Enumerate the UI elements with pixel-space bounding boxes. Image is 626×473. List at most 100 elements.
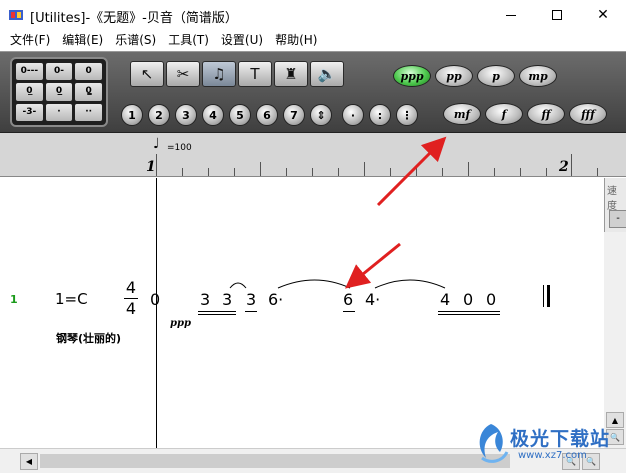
note-6-button[interactable]: 6 [256, 104, 278, 126]
minimize-button[interactable] [488, 0, 534, 30]
ruler-tick [182, 168, 183, 176]
tempo-label: =100 [167, 143, 192, 153]
watermark: 极光下载站 www.xz7.com [470, 418, 620, 470]
duration-half-button[interactable]: 0- [45, 63, 73, 81]
window-title: [Utilites]-《无题》-贝音（简谱版） [30, 11, 238, 26]
dynamic-pp-button[interactable]: pp [435, 65, 473, 87]
vertical-scrollbar[interactable]: ▲ 🔍 [604, 232, 626, 448]
speaker-icon: 🔈 [317, 65, 337, 83]
double-dot-button[interactable]: ·· [75, 103, 102, 121]
minimize-icon [506, 14, 516, 16]
app-icon [9, 10, 23, 20]
scissors-icon: ✂ [176, 65, 190, 83]
ruler-tick [571, 154, 572, 176]
menu-bar: 文件(F) 编辑(E) 乐谱(S) 工具(T) 设置(U) 帮助(H) [0, 30, 626, 51]
ruler-tick [208, 168, 209, 176]
menu-tools[interactable]: 工具(T) [162, 30, 215, 51]
instrument-label[interactable]: 钢琴(壮丽的) [56, 330, 121, 346]
note-duration-grid: 0--- 0- 0 0̲ 0̲̲ 0̳ -3- · ·· [10, 57, 108, 127]
ruler-tick [364, 162, 365, 176]
tool-group: ↖ ✂ ♫ T ♜ 🔈 [130, 61, 344, 89]
ruler-tick [494, 168, 495, 176]
ruler-tick [260, 162, 261, 176]
cut-tool-button[interactable]: ✂ [166, 61, 200, 87]
measure-number-2: 2 [559, 159, 569, 175]
dot-button[interactable]: · [45, 103, 73, 121]
instrument-icon: ♜ [284, 65, 298, 83]
duration-eighth-button[interactable]: 0̲ [16, 83, 43, 101]
close-icon: ✕ [597, 7, 609, 23]
quarter-note-icon: ♩ [153, 136, 160, 152]
note-7-button[interactable]: 7 [283, 104, 305, 126]
triplet-button[interactable]: -3- [16, 103, 43, 121]
watermark-name: 极光下载站 [510, 428, 611, 450]
scroll-left-button[interactable]: ◀ [20, 453, 38, 470]
dynamic-mark-ppp[interactable]: ppp [170, 318, 191, 329]
dynamic-mf-button[interactable]: mf [443, 103, 481, 125]
dot-single-button[interactable]: · [342, 104, 364, 126]
arrow-left-icon: ◀ [25, 457, 33, 466]
ruler-tick [416, 168, 417, 176]
scroll-thumb[interactable] [40, 454, 510, 468]
menu-edit[interactable]: 编辑(E) [56, 30, 109, 51]
select-tool-button[interactable]: ↖ [130, 61, 164, 87]
tempo-panel: 速度 - [604, 178, 626, 232]
note-2-button[interactable]: 2 [148, 104, 170, 126]
dynamic-mp-button[interactable]: mp [519, 65, 557, 87]
score-area[interactable]: 1 1=C 4 4 0 3 3 3 6· 6 4· 4 0 0 ppp 钢琴(壮… [0, 178, 604, 448]
octave-button[interactable]: ⇕ [310, 104, 332, 126]
title-bar: [Utilites]-《无题》-贝音（简谱版） ✕ [0, 0, 626, 30]
menu-help[interactable]: 帮助(H) [269, 30, 323, 51]
menu-settings[interactable]: 设置(U) [215, 30, 269, 51]
note-tool-button[interactable]: ♫ [202, 61, 236, 87]
dot-double-button[interactable]: : [369, 104, 391, 126]
maximize-button[interactable] [534, 0, 580, 30]
measure-number-1: 1 [146, 159, 156, 175]
toolbar: 0--- 0- 0 0̲ 0̲̲ 0̳ -3- · ·· ↖ ✂ ♫ T ♜ 🔈… [0, 51, 626, 133]
tempo-panel-field[interactable]: - [609, 210, 626, 228]
note-3-button[interactable]: 3 [175, 104, 197, 126]
ruler-tick [442, 168, 443, 176]
watermark-url: www.xz7.com [518, 450, 587, 461]
ruler-tick [156, 154, 157, 176]
ruler-tick [390, 168, 391, 176]
watermark-logo-icon [479, 424, 509, 463]
ruler-tick [312, 168, 313, 176]
instrument-tool-button[interactable]: ♜ [274, 61, 308, 87]
menu-file[interactable]: 文件(F) [4, 30, 56, 51]
ruler-tick [546, 168, 547, 176]
ruler-tick [338, 168, 339, 176]
ruler-tick [520, 168, 521, 176]
measure-ruler[interactable]: ♩ =100 1 2 [0, 133, 626, 177]
dynamic-ppp-button[interactable]: ppp [393, 65, 431, 87]
tie-marks [229, 279, 446, 289]
ruler-tick [468, 162, 469, 176]
note-number-row: 1 2 3 4 5 6 7 ⇕ · : ⋮ [121, 104, 418, 126]
text-tool-button[interactable]: T [238, 61, 272, 87]
duration-quarter-button[interactable]: 0 [75, 63, 102, 81]
dynamic-ff-button[interactable]: ff [527, 103, 565, 125]
menu-score[interactable]: 乐谱(S) [109, 30, 162, 51]
dot-triple-button[interactable]: ⋮ [396, 104, 418, 126]
duration-whole-button[interactable]: 0--- [16, 63, 43, 81]
text-icon: T [250, 65, 260, 83]
duration-thirtysecond-button[interactable]: 0̳ [75, 83, 102, 101]
maximize-icon [552, 10, 562, 20]
sound-tool-button[interactable]: 🔈 [310, 61, 344, 87]
note-1-button[interactable]: 1 [121, 104, 143, 126]
final-barline-thin [543, 285, 544, 307]
dynamic-p-button[interactable]: p [477, 65, 515, 87]
note-input-icon: ♫ [212, 65, 226, 83]
ruler-tick [234, 168, 235, 176]
note-5-button[interactable]: 5 [229, 104, 251, 126]
ruler-tick [597, 168, 598, 176]
cursor-icon: ↖ [140, 65, 154, 83]
duration-sixteenth-button[interactable]: 0̲̲ [45, 83, 73, 101]
note-4-button[interactable]: 4 [202, 104, 224, 126]
app-window: [Utilites]-《无题》-贝音（简谱版） ✕ 文件(F) 编辑(E) 乐谱… [0, 0, 626, 473]
final-barline-thick [547, 285, 550, 307]
dynamic-f-button[interactable]: f [485, 103, 523, 125]
dynamic-fff-button[interactable]: fff [569, 103, 607, 125]
close-button[interactable]: ✕ [580, 0, 626, 30]
ruler-tick [286, 168, 287, 176]
